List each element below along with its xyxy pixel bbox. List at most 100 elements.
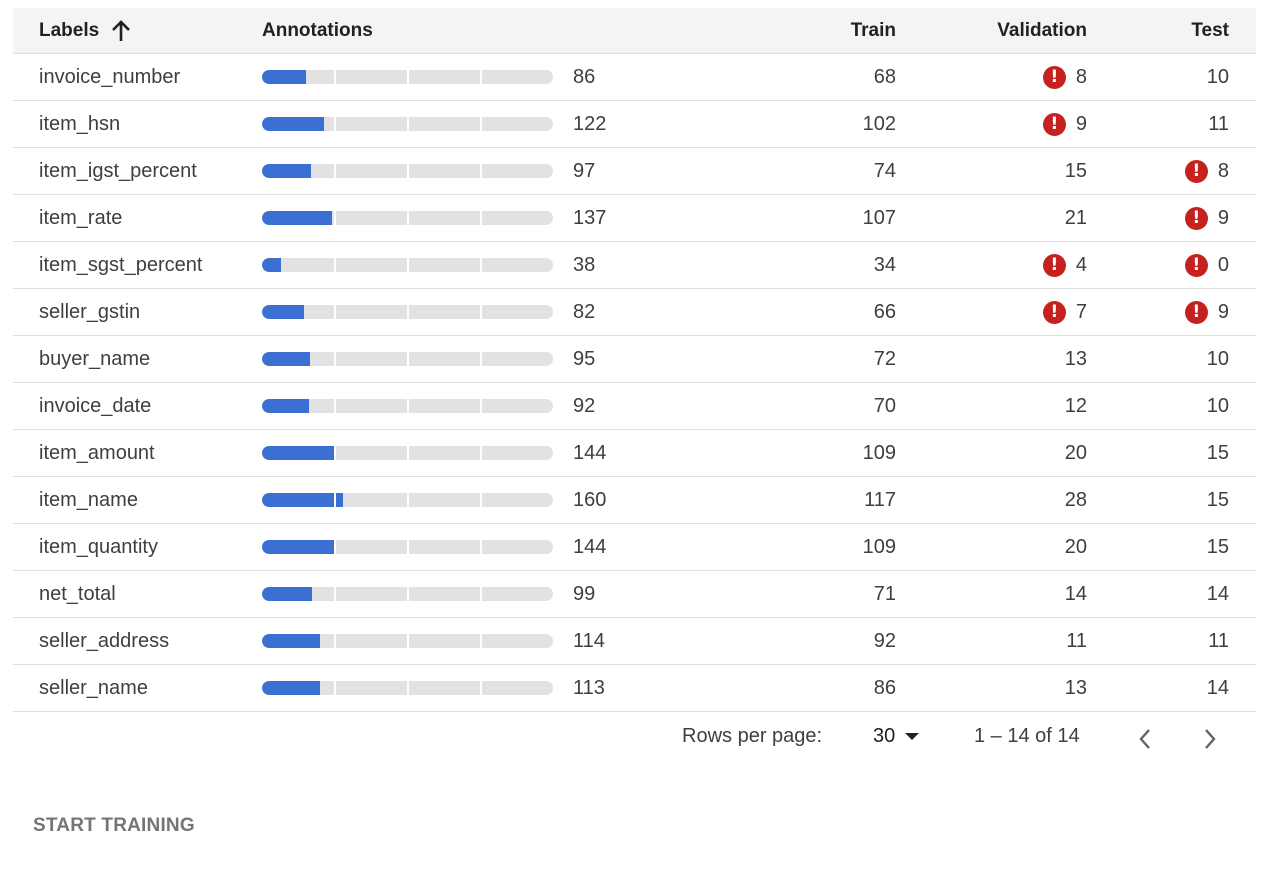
- rows-per-page-label: Rows per page:: [682, 725, 823, 747]
- warning-icon: !: [1184, 300, 1208, 324]
- bar-segment-divider: [334, 305, 336, 319]
- annotation-progress-fill: [262, 540, 335, 554]
- bar-segment-divider: [480, 352, 482, 366]
- annotations-cell: 122: [262, 113, 895, 136]
- annotations-cell: 82: [262, 301, 895, 324]
- annotation-progress-bar: [262, 70, 553, 84]
- bar-segment-divider: [480, 211, 482, 225]
- validation-cell: 13: [973, 348, 1087, 371]
- table-row[interactable]: item_rate 137 107 21! 9: [13, 195, 1256, 242]
- bar-segment-divider: [480, 164, 482, 178]
- bar-segment-divider: [334, 493, 336, 507]
- annotations-cell: 86: [262, 66, 895, 89]
- previous-page-button[interactable]: [1130, 724, 1160, 754]
- bar-segment-divider: [407, 634, 409, 648]
- annotation-count: 38: [573, 253, 596, 276]
- validation-count: 7: [1075, 300, 1087, 323]
- table-header: Labels Annotations Train Validation Test: [13, 8, 1256, 54]
- annotations-cell: 92: [262, 395, 895, 418]
- table-row[interactable]: item_igst_percent 97 74 15! 8: [13, 148, 1256, 195]
- test-count: 11: [1208, 112, 1229, 135]
- bar-segment-divider: [334, 352, 336, 366]
- chevron-right-icon: [1205, 729, 1216, 749]
- table-row[interactable]: seller_name 113 86 13 14: [13, 665, 1256, 712]
- annotation-count: 82: [573, 300, 596, 323]
- table-row[interactable]: invoice_number 86 68! 8 10: [13, 54, 1256, 101]
- validation-cell: ! 7: [973, 300, 1087, 324]
- test-count: 15: [1206, 535, 1229, 558]
- annotation-count: 144: [573, 535, 607, 558]
- labels-column-header[interactable]: Labels: [13, 20, 262, 42]
- test-column-header[interactable]: Test: [1133, 20, 1229, 42]
- table-row[interactable]: item_sgst_percent 38 34! 4! 0: [13, 242, 1256, 289]
- annotation-progress-bar: [262, 164, 553, 178]
- train-column-header[interactable]: Train: [826, 20, 896, 42]
- annotation-progress-fill: [262, 305, 304, 319]
- table-row[interactable]: invoice_date 92 70 12 10: [13, 383, 1256, 430]
- annotation-progress-fill: [262, 399, 309, 413]
- rows-per-page-select[interactable]: 30: [873, 725, 920, 748]
- label-stats-table: Labels Annotations Train Validation Test…: [13, 8, 1256, 712]
- table-row[interactable]: item_name 160 117 28 15: [13, 477, 1256, 524]
- annotations-cell: 144: [262, 442, 895, 465]
- train-count: 102: [862, 112, 896, 135]
- validation-count: 15: [1064, 159, 1087, 182]
- bar-segment-divider: [334, 164, 336, 178]
- table-row[interactable]: item_amount 144 109 20 15: [13, 430, 1256, 477]
- annotation-progress-bar: [262, 305, 553, 319]
- test-cell: ! 9: [1133, 300, 1229, 324]
- bar-segment-divider: [407, 305, 409, 319]
- bar-segment-divider: [407, 587, 409, 601]
- validation-cell: 28: [973, 489, 1087, 512]
- warning-icon: !: [1042, 65, 1066, 89]
- table-row[interactable]: seller_gstin 82 66! 7! 9: [13, 289, 1256, 336]
- test-cell: 14: [1133, 583, 1229, 606]
- annotation-progress-fill: [262, 164, 311, 178]
- annotation-count: 97: [573, 159, 596, 182]
- annotations-column-header[interactable]: Annotations: [262, 20, 895, 42]
- table-row[interactable]: seller_address 114 92 11 11: [13, 618, 1256, 665]
- annotation-count: 95: [573, 347, 596, 370]
- annotations-cell: 95: [262, 348, 895, 371]
- annotation-count: 122: [573, 112, 607, 135]
- validation-count: 13: [1064, 347, 1087, 370]
- annotation-progress-fill: [262, 352, 310, 366]
- annotations-cell: 114: [262, 630, 895, 653]
- arrow-up-icon[interactable]: [111, 19, 131, 42]
- test-cell: 11: [1133, 630, 1229, 653]
- bar-segment-divider: [480, 258, 482, 272]
- validation-cell: 20: [973, 442, 1087, 465]
- bar-segment-divider: [407, 70, 409, 84]
- annotation-progress-bar: [262, 540, 553, 554]
- bar-segment-divider: [407, 681, 409, 695]
- annotation-progress-bar: [262, 258, 553, 272]
- next-page-button[interactable]: [1195, 724, 1225, 754]
- test-cell: 15: [1133, 536, 1229, 559]
- train-count: 72: [873, 347, 896, 370]
- validation-count: 11: [1066, 629, 1087, 652]
- warning-icon: !: [1184, 206, 1208, 230]
- table-row[interactable]: buyer_name 95 72 13 10: [13, 336, 1256, 383]
- bar-segment-divider: [480, 587, 482, 601]
- annotation-count: 137: [573, 206, 607, 229]
- annotation-progress-bar: [262, 493, 553, 507]
- bar-segment-divider: [334, 446, 336, 460]
- train-count: 117: [864, 488, 896, 511]
- labels-header-text: Labels: [39, 19, 100, 41]
- validation-cell: ! 9: [973, 112, 1087, 136]
- start-training-button[interactable]: START TRAINING: [33, 815, 195, 837]
- table-row[interactable]: item_hsn 122 102 ! 9 11: [13, 101, 1256, 148]
- test-count: 9: [1217, 206, 1229, 229]
- bar-segment-divider: [334, 681, 336, 695]
- table-row[interactable]: net_total 99 71 14 14: [13, 571, 1256, 618]
- annotation-progress-bar: [262, 446, 553, 460]
- annotation-progress-bar: [262, 399, 553, 413]
- validation-cell: ! 8: [973, 65, 1087, 89]
- bar-segment-divider: [407, 164, 409, 178]
- warning-icon: !: [1042, 112, 1066, 136]
- table-row[interactable]: item_quantity 144 109 20 15: [13, 524, 1256, 571]
- label-name: item_hsn: [39, 112, 121, 135]
- warning-icon: !: [1042, 253, 1066, 277]
- test-cell: 14: [1133, 677, 1229, 700]
- validation-column-header[interactable]: Validation: [973, 20, 1087, 42]
